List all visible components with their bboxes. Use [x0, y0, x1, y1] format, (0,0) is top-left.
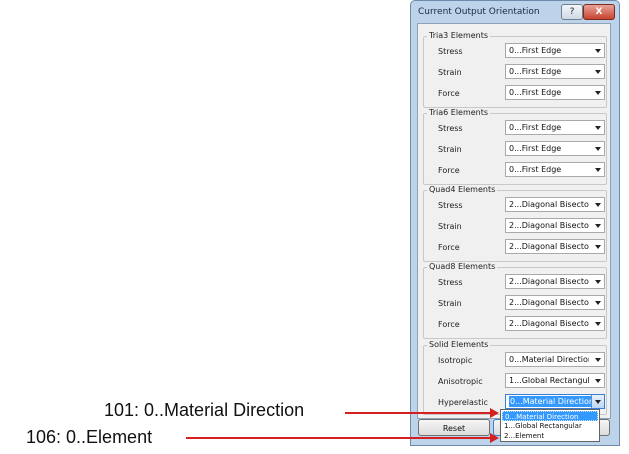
combo-value: 2...Diagonal Bisector — [509, 221, 589, 230]
combo-tria6-strain[interactable]: 0...First Edge — [505, 141, 605, 156]
group-label-tria6: Tria6 Elements — [427, 108, 491, 117]
combo-value: 0...First Edge — [509, 67, 562, 76]
annotation-material-direction: 101: 0..Material Direction — [104, 400, 305, 420]
chevron-down-icon — [595, 203, 601, 207]
group-label-solid: Solid Elements — [427, 340, 491, 349]
row-label-tria6-strain: Strain — [438, 145, 462, 154]
dropdown-option[interactable]: 2...Element — [502, 431, 598, 441]
combo-quad4-stress[interactable]: 2...Diagonal Bisector — [505, 197, 605, 212]
combo-solid-anisotropic[interactable]: 1...Global Rectangular — [505, 373, 605, 388]
dialog-client-area: Tria3 Elements Stress 0...First Edge Str… — [417, 23, 611, 419]
dropdown-option[interactable]: 1...Global Rectangular — [502, 421, 598, 431]
dropdown-option[interactable]: 0...Material Direction — [502, 411, 598, 421]
chevron-down-icon — [595, 126, 601, 130]
combo-quad4-force[interactable]: 2...Diagonal Bisector — [505, 239, 605, 254]
group-quad4: Quad4 Elements Stress 2...Diagonal Bisec… — [423, 185, 607, 262]
row-label-tria3-force: Force — [438, 89, 460, 98]
arrow-right-icon — [490, 433, 499, 443]
row-label-tria3-stress: Stress — [438, 47, 463, 56]
arrow-right-icon — [490, 408, 499, 418]
row-label-quad4-stress: Stress — [438, 201, 463, 210]
combo-tria6-stress[interactable]: 0...First Edge — [505, 120, 605, 135]
combo-value: 2...Diagonal Bisector — [509, 298, 589, 307]
row-label-tria6-force: Force — [438, 166, 460, 175]
chevron-down-icon — [595, 49, 601, 53]
row-label-tria3-strain: Strain — [438, 68, 462, 77]
chevron-down-icon — [595, 400, 601, 404]
chevron-down-icon — [595, 379, 601, 383]
row-label-quad8-stress: Stress — [438, 278, 463, 287]
combo-value: 2...Diagonal Bisector — [509, 277, 589, 286]
combo-value: 0...Material Direction — [509, 396, 593, 407]
annotation-arrow-line — [186, 437, 491, 439]
dialog-title: Current Output Orientation — [418, 7, 540, 17]
combo-tria6-force[interactable]: 0...First Edge — [505, 162, 605, 177]
chevron-down-icon — [595, 322, 601, 326]
row-label-tria6-stress: Stress — [438, 124, 463, 133]
chevron-down-icon — [595, 280, 601, 284]
chevron-down-icon — [595, 91, 601, 95]
group-tria3: Tria3 Elements Stress 0...First Edge Str… — [423, 31, 607, 108]
combo-solid-isotropic[interactable]: 0...Material Direction — [505, 352, 605, 367]
row-label-solid-anisotropic: Anisotropic — [438, 377, 483, 386]
hyperelastic-dropdown-list: 0...Material Direction 1...Global Rectan… — [500, 409, 600, 442]
help-button[interactable]: ? — [561, 4, 583, 20]
combo-quad8-stress[interactable]: 2...Diagonal Bisector — [505, 274, 605, 289]
row-label-solid-isotropic: Isotropic — [438, 356, 473, 365]
combo-solid-hyperelastic[interactable]: 0...Material Direction — [505, 394, 605, 409]
group-solid: Solid Elements Isotropic 0...Material Di… — [423, 340, 607, 415]
chevron-down-icon — [595, 301, 601, 305]
group-label-tria3: Tria3 Elements — [427, 31, 491, 40]
combo-value: 0...First Edge — [509, 165, 562, 174]
row-label-quad8-strain: Strain — [438, 299, 462, 308]
combo-value: 0...First Edge — [509, 123, 562, 132]
row-label-solid-hyperelastic: Hyperelastic — [438, 398, 488, 407]
reset-button[interactable]: Reset — [418, 419, 490, 436]
group-tria6: Tria6 Elements Stress 0...First Edge Str… — [423, 108, 607, 185]
chevron-down-icon — [595, 245, 601, 249]
combo-tria3-stress[interactable]: 0...First Edge — [505, 43, 605, 58]
row-label-quad4-strain: Strain — [438, 222, 462, 231]
row-label-quad8-force: Force — [438, 320, 460, 329]
combo-value: 1...Global Rectangular — [509, 376, 589, 385]
combo-tria3-strain[interactable]: 0...First Edge — [505, 64, 605, 79]
chevron-down-icon — [595, 168, 601, 172]
combo-value: 2...Diagonal Bisector — [509, 319, 589, 328]
combo-value: 0...First Edge — [509, 46, 562, 55]
combo-value: 0...First Edge — [509, 144, 562, 153]
combo-value: 0...Material Direction — [509, 355, 589, 364]
annotation-arrow-line — [345, 412, 491, 414]
combo-value: 0...First Edge — [509, 88, 562, 97]
close-button[interactable]: X — [583, 4, 615, 20]
row-label-quad4-force: Force — [438, 243, 460, 252]
combo-quad4-strain[interactable]: 2...Diagonal Bisector — [505, 218, 605, 233]
annotation-element: 106: 0..Element — [26, 427, 153, 447]
combo-tria3-force[interactable]: 0...First Edge — [505, 85, 605, 100]
combo-quad8-force[interactable]: 2...Diagonal Bisector — [505, 316, 605, 331]
chevron-down-icon — [595, 147, 601, 151]
chevron-down-icon — [595, 70, 601, 74]
title-bar[interactable]: Current Output Orientation ? X — [411, 1, 619, 23]
chevron-down-icon — [595, 358, 601, 362]
dropdown-button[interactable] — [591, 395, 604, 408]
chevron-down-icon — [595, 224, 601, 228]
output-orientation-dialog: Current Output Orientation ? X Tria3 Ele… — [410, 0, 620, 446]
group-label-quad8: Quad8 Elements — [427, 262, 498, 271]
combo-value: 2...Diagonal Bisector — [509, 200, 589, 209]
group-quad8: Quad8 Elements Stress 2...Diagonal Bisec… — [423, 262, 607, 339]
combo-value: 2...Diagonal Bisector — [509, 242, 589, 251]
combo-quad8-strain[interactable]: 2...Diagonal Bisector — [505, 295, 605, 310]
group-label-quad4: Quad4 Elements — [427, 185, 498, 194]
